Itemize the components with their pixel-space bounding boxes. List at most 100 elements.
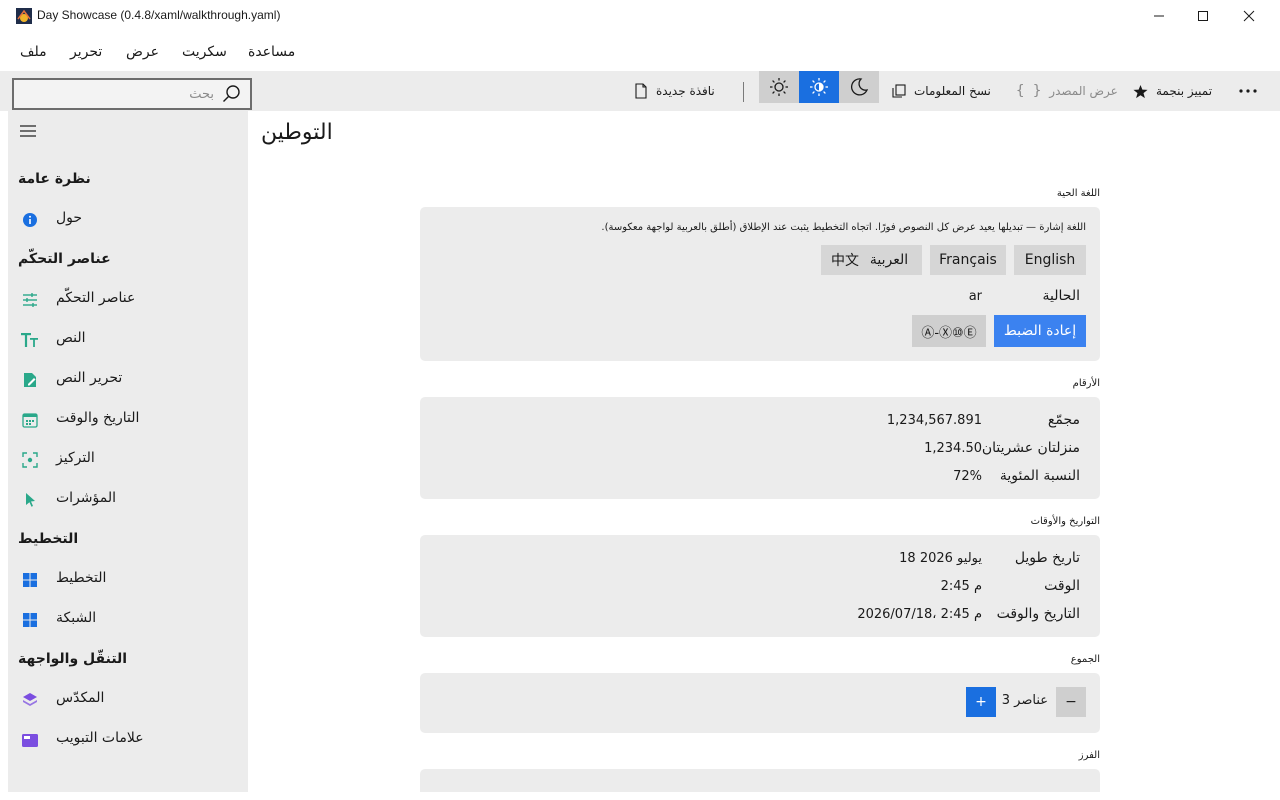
card-plurals: − 3 عناصر + [420, 673, 1100, 733]
increment-button[interactable]: + [966, 687, 996, 717]
card-live-language: اللغة إشارة — تبديلها يعيد عرض كل النصوص… [420, 207, 1100, 361]
sidebar-item-grid[interactable]: الشبكة [8, 602, 248, 638]
new-window-label: نافذة جديدة [656, 84, 715, 98]
card-numbers: مجمّع 1,234,567.891 منزلتان عشريتان 1,23… [420, 397, 1100, 499]
sidebar-item-stack[interactable]: المكدّس [8, 682, 248, 718]
section-label-plurals: الجموع [1070, 654, 1100, 665]
sidebar: نظرة عامة حول عناصر التحكّم عناصر التحكّ… [8, 111, 248, 792]
hamburger-menu-icon[interactable] [18, 121, 38, 141]
title-bar: Day Showcase (0.4.8/xaml/walkthrough.yam… [0, 0, 1280, 32]
pointer-icon [20, 490, 40, 510]
more-icon [1239, 89, 1257, 93]
datetime-value-long-date: 18 يوليو 2026 [899, 551, 982, 566]
auto-theme-icon [810, 78, 828, 96]
section-label-live-language: اللغة الحية [1056, 188, 1100, 199]
sidebar-section-navigation: التنقّل والواجهة [18, 651, 128, 667]
more-options-button[interactable] [1238, 71, 1258, 111]
tabs-icon [20, 730, 40, 750]
light-theme-button[interactable] [759, 71, 799, 103]
sliders-icon [20, 290, 40, 310]
current-language-value: ar [968, 289, 982, 304]
sidebar-item-label: التاريخ والوقت [56, 410, 140, 426]
sidebar-section-controls: عناصر التحكّم [18, 251, 111, 267]
sidebar-section-overview: نظرة عامة [18, 171, 91, 187]
star-mark-button[interactable]: تمييز بنجمة [1133, 71, 1212, 111]
braces-icon: { } [1016, 83, 1042, 99]
reset-button[interactable]: إعادة الضبط [994, 315, 1086, 347]
datetime-key-long-date: تاريخ طويل [1014, 550, 1080, 566]
close-button[interactable] [1226, 0, 1272, 32]
language-button-french[interactable]: Français [930, 245, 1006, 275]
sidebar-item-label: علامات التبويب [56, 730, 144, 746]
card-datetime: تاريخ طويل 18 يوليو 2026 الوقت 2:45 م ال… [420, 535, 1100, 637]
text-icon [20, 330, 40, 350]
sidebar-item-label: النص [56, 330, 86, 346]
sidebar-item-label: تحرير النص [56, 370, 123, 386]
sidebar-item-label: التركيز [56, 450, 95, 466]
decrement-button[interactable]: − [1056, 687, 1086, 717]
numbers-key-grouped: مجمّع [1047, 412, 1080, 428]
sidebar-item-about[interactable]: حول [8, 202, 248, 238]
sidebar-item-datetime[interactable]: التاريخ والوقت [8, 402, 248, 438]
app-logo-icon [16, 8, 32, 24]
sidebar-item-text-editing[interactable]: تحرير النص [8, 362, 248, 398]
star-icon [1133, 84, 1148, 98]
sidebar-item-pointers[interactable]: المؤشرات [8, 482, 248, 518]
sidebar-item-focus[interactable]: التركيز [8, 442, 248, 478]
minimize-button[interactable] [1136, 0, 1182, 32]
moon-icon [850, 78, 869, 96]
sidebar-item-controls[interactable]: عناصر التحكّم [8, 282, 248, 318]
copy-info-label: نسخ المعلومات [914, 84, 991, 98]
toolbar-separator [743, 82, 744, 102]
language-button-chinese[interactable]: 中文 [821, 245, 869, 275]
menu-file[interactable]: ملف [20, 44, 47, 60]
sidebar-item-label: المؤشرات [56, 490, 117, 506]
view-source-button[interactable]: { } عرض المصدر [1016, 71, 1118, 111]
sidebar-item-label: التخطيط [56, 570, 107, 586]
sidebar-item-tabs[interactable]: علامات التبويب [8, 722, 248, 758]
numbers-value-two-decimals: 1,234.50 [924, 441, 982, 456]
new-window-button[interactable]: نافذة جديدة [634, 71, 715, 111]
sidebar-item-label: الشبكة [56, 610, 97, 626]
maximize-button[interactable] [1180, 0, 1226, 32]
sidebar-section-layout: التخطيط [18, 531, 79, 547]
window-title: Day Showcase (0.4.8/xaml/walkthrough.yam… [37, 8, 281, 22]
stack-icon [20, 690, 40, 710]
view-source-label: عرض المصدر [1049, 84, 1118, 98]
datetime-key-time: الوقت [1044, 578, 1080, 594]
numbers-key-two-decimals: منزلتان عشريتان [981, 440, 1080, 456]
menu-script[interactable]: سكريت [182, 44, 227, 60]
search-box [12, 78, 252, 110]
pseudo-locale-button[interactable]: Ⓐ-Ⓧ⑩Ⓔ [912, 315, 986, 347]
document-icon [635, 83, 647, 99]
sidebar-item-label: المكدّس [56, 690, 105, 706]
datetime-value-time: 2:45 م [940, 579, 982, 594]
minimize-icon [1154, 15, 1164, 17]
current-language-label: الحالية [1042, 288, 1080, 304]
close-icon [1243, 10, 1255, 22]
sidebar-item-layout[interactable]: التخطيط [8, 562, 248, 598]
card-sorting [420, 769, 1100, 792]
copy-info-button[interactable]: نسخ المعلومات [892, 71, 991, 111]
grid-icon [20, 610, 40, 630]
language-button-english[interactable]: English [1014, 245, 1086, 275]
datetime-value-datetime: 2026/07/18، 2:45 م [857, 607, 982, 622]
menu-edit[interactable]: تحرير [70, 44, 102, 60]
layout-icon [20, 570, 40, 590]
sun-icon [770, 78, 788, 96]
search-input[interactable] [24, 84, 214, 104]
sidebar-item-text[interactable]: النص [8, 322, 248, 358]
section-label-datetime: التواريخ والأوقات [1030, 516, 1100, 527]
info-icon [20, 210, 40, 230]
toolbar: نافذة جديدة [0, 71, 1280, 111]
section-label-numbers: الأرقام [1072, 378, 1100, 389]
maximize-icon [1198, 11, 1208, 21]
dark-theme-button[interactable] [839, 71, 879, 103]
menu-view[interactable]: عرض [126, 44, 159, 60]
sidebar-item-label: حول [56, 210, 83, 226]
numbers-key-percent: النسبة المئوية [999, 468, 1080, 484]
search-icon[interactable] [222, 84, 242, 104]
menu-bar: ملف تحرير عرض سكريت مساعدة [0, 34, 320, 70]
menu-help[interactable]: مساعدة [248, 44, 295, 60]
auto-theme-button[interactable] [799, 71, 839, 103]
